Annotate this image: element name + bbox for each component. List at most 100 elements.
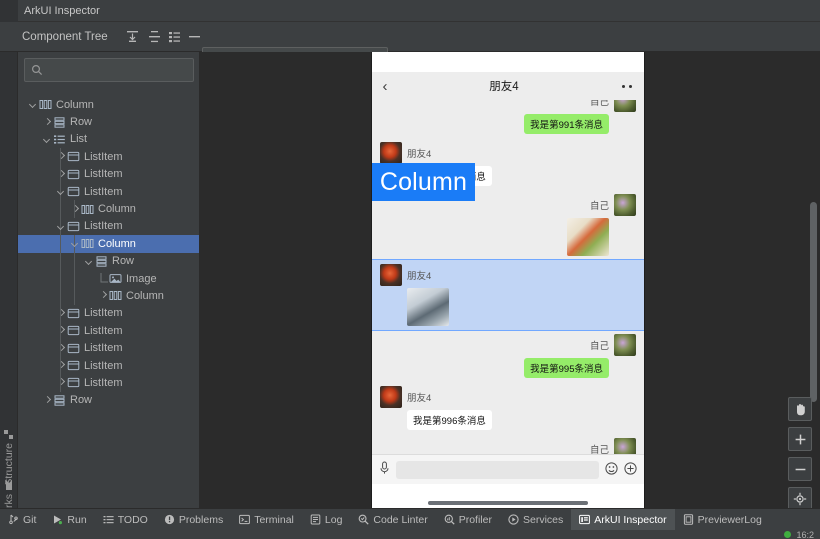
window-title: ArkUI Inspector xyxy=(24,5,100,17)
tool-window-button-label: Terminal xyxy=(254,513,294,526)
tree-node[interactable]: ListItem xyxy=(18,339,199,357)
chevron-right-icon[interactable] xyxy=(56,169,67,180)
tool-window-button-profiler[interactable]: Profiler xyxy=(436,509,500,531)
chat-message[interactable]: 自己 xyxy=(372,434,644,454)
avatar[interactable] xyxy=(614,334,636,356)
zoom-in-tool[interactable] xyxy=(788,427,812,451)
chevron-down-icon[interactable] xyxy=(42,134,53,145)
column-node-icon xyxy=(109,289,122,302)
tree-node[interactable]: ListItem xyxy=(18,304,199,323)
avatar[interactable] xyxy=(380,142,402,164)
pan-hand-tool[interactable] xyxy=(788,397,812,421)
search-input[interactable] xyxy=(48,64,188,76)
tree-node[interactable]: Column xyxy=(18,96,199,113)
chat-image[interactable] xyxy=(407,288,449,326)
chevron-down-icon[interactable] xyxy=(56,221,67,232)
tool-window-button-todo[interactable]: TODO xyxy=(95,509,156,531)
search-field[interactable] xyxy=(24,58,194,82)
chevron-right-icon[interactable] xyxy=(98,290,109,301)
zoom-out-tool[interactable] xyxy=(788,457,812,481)
chevron-down-icon[interactable] xyxy=(28,99,39,110)
tree-branch-line xyxy=(98,273,109,284)
chevron-right-icon[interactable] xyxy=(56,377,67,388)
expand-all-icon[interactable] xyxy=(124,28,141,45)
arkui-inspector-icon xyxy=(579,514,591,525)
add-icon[interactable] xyxy=(624,461,637,478)
chevron-right-icon[interactable] xyxy=(56,325,67,336)
chat-bubble[interactable]: 我是第996条消息 xyxy=(407,410,492,430)
chat-bubble[interactable]: 我是第995条消息 xyxy=(524,358,609,378)
tree-node[interactable]: List xyxy=(18,131,199,148)
chat-message[interactable]: 朋友4 我是第996条消息 xyxy=(372,382,644,434)
chevron-right-icon[interactable] xyxy=(56,360,67,371)
tree-node[interactable]: ListItem xyxy=(18,182,199,201)
show-list-icon[interactable] xyxy=(166,28,183,45)
tool-window-button-label: Profiler xyxy=(458,513,492,526)
avatar[interactable] xyxy=(380,386,402,408)
tool-window-button-code-linter[interactable]: Code Linter xyxy=(350,509,435,531)
chat-text-input[interactable] xyxy=(396,460,599,479)
tree-guide-line xyxy=(74,287,75,305)
tree-node[interactable]: ListItem xyxy=(18,165,199,183)
tool-window-button-terminal[interactable]: Terminal xyxy=(231,509,302,531)
chevron-down-icon[interactable] xyxy=(84,256,95,267)
code-linter-icon xyxy=(358,514,370,525)
reset-view-tool[interactable] xyxy=(788,487,812,508)
tree-node[interactable]: ListItem xyxy=(18,217,199,236)
previewer-log-icon xyxy=(683,514,694,525)
tool-window-button-git[interactable]: Git xyxy=(0,509,44,531)
listitem-node-icon xyxy=(67,220,80,233)
tree-node[interactable]: ListItem xyxy=(18,322,199,340)
chevron-down-icon[interactable] xyxy=(70,238,81,249)
more-options-icon[interactable] xyxy=(610,84,644,88)
collapse-all-icon[interactable] xyxy=(146,28,163,45)
tool-window-button-run[interactable]: Run xyxy=(44,509,94,531)
minus-icon[interactable] xyxy=(186,28,203,45)
chat-bubble[interactable]: 我是第991条消息 xyxy=(524,114,609,134)
tree-node[interactable]: Row xyxy=(18,252,199,270)
emoji-icon[interactable] xyxy=(605,461,618,478)
home-indicator xyxy=(428,501,588,505)
tree-node[interactable]: Row xyxy=(18,392,199,409)
list-node-icon xyxy=(53,133,66,146)
chevron-right-icon[interactable] xyxy=(70,204,81,215)
tree-node-label: ListItem xyxy=(84,376,123,389)
tree-node[interactable]: ListItem xyxy=(18,374,199,392)
avatar[interactable] xyxy=(614,438,636,454)
microphone-icon[interactable] xyxy=(379,461,390,478)
tree-node[interactable]: Column xyxy=(18,200,199,218)
chat-image[interactable] xyxy=(567,218,609,256)
status-indicator-dot xyxy=(784,531,792,538)
avatar[interactable] xyxy=(614,194,636,216)
chat-message-selected[interactable]: 朋友4 xyxy=(372,259,644,331)
tree-guide-line xyxy=(60,287,61,305)
tool-window-button-previewerlog[interactable]: PreviewerLog xyxy=(675,509,770,531)
tool-window-button-services[interactable]: Services xyxy=(500,509,571,531)
chat-message-header: 朋友4 xyxy=(380,386,431,408)
chat-message[interactable]: 自己 我是第991条消息 xyxy=(372,100,644,138)
chevron-right-icon[interactable] xyxy=(56,343,67,354)
back-icon[interactable]: ‹ xyxy=(372,78,398,95)
tree-node[interactable]: ListItem xyxy=(18,356,199,375)
chat-message-list[interactable]: 自己我是第991条消息朋友4我是第992条消息自己朋友4自己我是第995条消息朋… xyxy=(372,100,644,454)
chat-message[interactable]: 自己 我是第995条消息 xyxy=(372,330,644,382)
tool-window-button-arkui-inspector[interactable]: ArkUI Inspector xyxy=(571,508,675,531)
preview-canvas[interactable]: ‹ 朋友4 自己我是第991条消息朋友4我是第992条消息自己朋友4自己我是第9… xyxy=(200,52,820,508)
listitem-node-icon xyxy=(67,307,80,320)
tree-node[interactable]: Image xyxy=(18,269,199,288)
chevron-right-icon[interactable] xyxy=(56,151,67,162)
avatar[interactable] xyxy=(614,100,636,112)
tree-node-selected[interactable]: Column xyxy=(18,235,199,253)
avatar[interactable] xyxy=(380,264,402,286)
tool-window-button-problems[interactable]: Problems xyxy=(156,509,231,531)
chevron-right-icon[interactable] xyxy=(42,395,53,406)
problems-icon xyxy=(164,514,175,525)
chevron-right-icon[interactable] xyxy=(42,117,53,128)
chevron-right-icon[interactable] xyxy=(56,308,67,319)
tree-node[interactable]: Row xyxy=(18,113,199,130)
chevron-down-icon[interactable] xyxy=(56,186,67,197)
tool-window-button-log[interactable]: Log xyxy=(302,509,351,531)
tree-node[interactable]: Column xyxy=(18,287,199,305)
tree-node[interactable]: ListItem xyxy=(18,148,199,166)
preview-vertical-scrollbar[interactable] xyxy=(810,202,817,402)
